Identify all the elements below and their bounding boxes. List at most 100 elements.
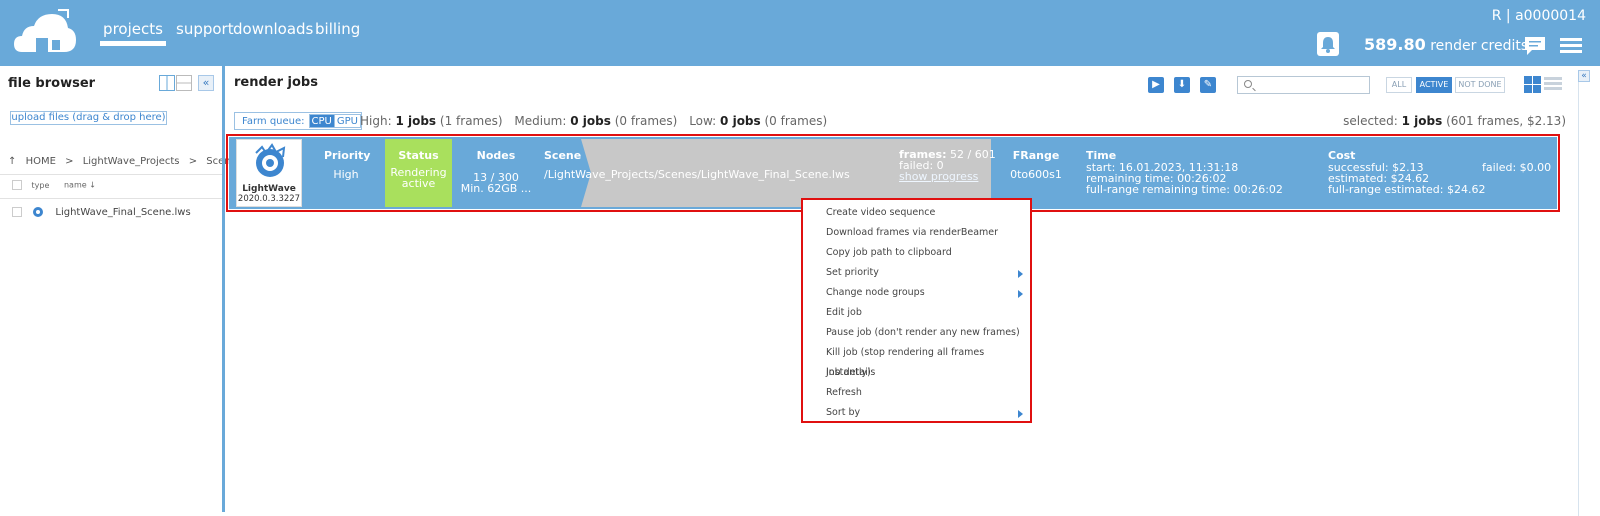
cost-column: Cost successful: $2.13 estimated: $24.62… <box>1328 149 1486 195</box>
lightwave-logo-icon <box>255 143 286 177</box>
breadcrumb-lightwave-projects[interactable]: LightWave_Projects <box>83 156 180 167</box>
time-full-remaining: full-range remaining time: 00:26:02 <box>1086 183 1283 196</box>
file-browser-title: file browser <box>8 76 96 91</box>
breadcrumb-separator: > <box>65 156 74 167</box>
menu-icon[interactable] <box>1560 38 1582 54</box>
menu-item-set-priority[interactable]: Set priority <box>808 263 1027 283</box>
scene-path[interactable]: /LightWave_Projects/Scenes/LightWave_Fin… <box>544 168 850 181</box>
menu-item-sort-by[interactable]: Sort by <box>808 403 1027 423</box>
stat-label: Medium: <box>514 114 567 128</box>
cost-failed: failed: $0.00 <box>1482 161 1552 174</box>
menu-item-pause-job[interactable]: Pause job (don't render any new frames) <box>808 323 1027 343</box>
submenu-arrow-icon <box>1018 270 1023 278</box>
frange-column: FRange 0to600s1 <box>1010 149 1062 181</box>
queue-gpu-button[interactable]: GPU <box>334 114 361 128</box>
breadcrumb-separator: > <box>188 156 198 167</box>
menu-item-copy-job-path[interactable]: Copy job path to clipboard <box>808 243 1027 263</box>
grid-view-icon[interactable] <box>1524 76 1542 94</box>
menu-item-create-video-sequence[interactable]: Create video sequence <box>808 203 1027 223</box>
credits-label: render credits <box>1430 38 1529 54</box>
farm-queue-selector: Farm queue: CPU GPU <box>234 112 362 130</box>
selected-details: (601 frames, $2.13) <box>1446 114 1566 128</box>
file-row[interactable]: LightWave_Final_Scene.lws <box>12 206 191 218</box>
breadcrumb-home[interactable]: HOME <box>26 156 56 167</box>
frange-header: FRange <box>1012 149 1060 162</box>
render-jobs-title: render jobs <box>234 75 318 90</box>
select-all-checkbox[interactable] <box>12 180 22 190</box>
file-name[interactable]: LightWave_Final_Scene.lws <box>55 207 190 218</box>
filter-active-button[interactable]: ACTIVE <box>1416 77 1452 93</box>
menu-item-edit-job[interactable]: Edit job <box>808 303 1027 323</box>
menu-item-job-details[interactable]: Job details <box>808 363 1027 383</box>
collapse-left-icon[interactable]: « <box>198 75 214 91</box>
right-strip-border <box>1578 70 1590 516</box>
scene-column: Scene /LightWave_Projects/Scenes/LightWa… <box>544 149 850 181</box>
upload-files-button[interactable]: upload files (drag & drop here) <box>10 111 167 125</box>
divider <box>0 174 222 175</box>
column-name[interactable]: name ↓ <box>64 181 96 190</box>
selected-label: selected: <box>1343 114 1398 128</box>
chat-icon[interactable] <box>1524 36 1546 56</box>
scene-header: Scene <box>544 149 582 162</box>
stat-high-frames: (1 frames) <box>439 114 503 128</box>
status-header: Status <box>398 149 439 162</box>
priority-column: Priority High <box>324 149 370 181</box>
status-cell: Status Rendering active <box>385 139 452 207</box>
list-view-icon[interactable] <box>1544 77 1562 93</box>
frames-info: frames: 52 / 601 failed: 0 show progress <box>899 149 996 182</box>
file-checkbox[interactable] <box>12 207 22 217</box>
cloud-logo-icon[interactable] <box>12 6 78 58</box>
nav-tab-billing[interactable]: billing <box>315 20 360 38</box>
status-line2: active <box>401 177 436 190</box>
queue-cpu-button[interactable]: CPU <box>308 114 335 128</box>
stat-label: High: <box>360 114 392 128</box>
show-progress-link[interactable]: show progress <box>899 170 978 183</box>
nodes-header: Nodes <box>476 149 516 162</box>
selected-jobs: 1 jobs <box>1401 114 1443 128</box>
file-browser-view-toggles: « <box>159 75 214 94</box>
filter-not-done-button[interactable]: NOT DONE <box>1455 77 1505 93</box>
split-vertical-icon[interactable] <box>159 75 175 91</box>
stat-low-frames: (0 frames) <box>764 114 828 128</box>
file-list-header: type name ↓ <box>12 180 96 190</box>
stat-label: Low: <box>689 114 717 128</box>
software-version: 2020.0.3.3227 <box>237 194 301 204</box>
user-id[interactable]: R | a0000014 <box>1492 8 1586 24</box>
submenu-arrow-icon <box>1018 410 1023 418</box>
credits-value: 589.80 <box>1364 35 1426 54</box>
video-icon[interactable]: ▶ <box>1148 77 1164 93</box>
wrench-icon[interactable]: ✎ <box>1200 77 1216 93</box>
stat-medium-frames: (0 frames) <box>614 114 678 128</box>
lightwave-file-icon <box>33 207 44 217</box>
panel-divider[interactable] <box>222 66 225 512</box>
divider <box>0 198 222 199</box>
software-name: LightWave <box>242 184 296 194</box>
frange-value: 0to600s1 <box>1010 168 1062 181</box>
download-icon[interactable]: ⬇ <box>1174 77 1190 93</box>
column-type[interactable]: type <box>32 181 50 190</box>
nodes-min-memory: Min. 62GB ... <box>460 182 532 195</box>
priority-value: High <box>333 168 359 181</box>
selected-summary: selected: 1 jobs (601 frames, $2.13) <box>1343 114 1566 128</box>
filter-all-button[interactable]: ALL <box>1386 77 1412 93</box>
frames-value: 52 / 601 <box>950 148 996 161</box>
menu-item-kill-job[interactable]: Kill job (stop rendering all frames inst… <box>808 343 1027 378</box>
file-browser-panel: file browser « upload files (drag & drop… <box>0 66 242 512</box>
menu-item-download-frames[interactable]: Download frames via renderBeamer <box>808 223 1027 243</box>
cost-full-estimated: full-range estimated: $24.62 <box>1328 183 1486 196</box>
up-arrow-icon[interactable]: ↑ <box>8 156 16 167</box>
collapse-right-icon[interactable]: « <box>1578 70 1590 82</box>
nav-tab-downloads[interactable]: downloads <box>233 20 313 38</box>
submenu-arrow-icon <box>1018 290 1023 298</box>
menu-item-change-node-groups[interactable]: Change node groups <box>808 283 1027 303</box>
menu-item-refresh[interactable]: Refresh <box>808 383 1027 403</box>
nav-tab-support[interactable]: support <box>176 20 234 38</box>
nodes-column: Nodes 13 / 300 Min. 62GB ... <box>460 149 532 194</box>
nav-tab-projects[interactable]: projects <box>100 0 166 46</box>
bell-icon[interactable] <box>1317 32 1339 56</box>
stat-low-jobs: 0 jobs <box>720 114 761 128</box>
queue-stats: High: 1 jobs (1 frames) Medium: 0 jobs (… <box>360 114 827 128</box>
split-horizontal-icon[interactable] <box>176 75 192 91</box>
breadcrumb: ↑ HOME > LightWave_Projects > Scenes <box>8 156 248 167</box>
search-input[interactable] <box>1237 76 1370 94</box>
